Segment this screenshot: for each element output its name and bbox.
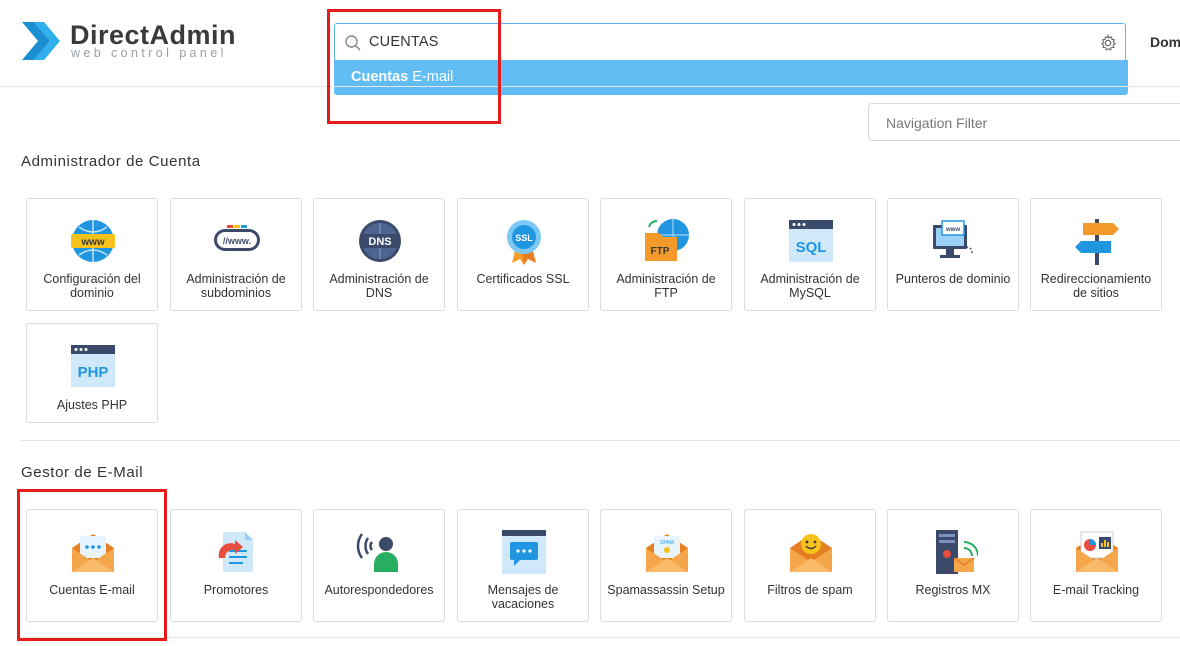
svg-text:www: www [80,237,105,248]
tile-mysql[interactable]: SQL Administración de MySQL [744,198,876,311]
tile-email-tracking[interactable]: E-mail Tracking [1030,509,1162,622]
server-wifi-icon [930,528,979,576]
spam-envelope-icon: SPAM [643,528,691,576]
signpost-icon [1073,217,1121,265]
navigation-filter-input[interactable]: Navigation Filter [868,103,1180,141]
svg-text:DNS: DNS [368,236,391,248]
tile-label: Administración de FTP [616,272,716,300]
tile-label: Mensajes de vacaciones [487,583,559,611]
sql-window-icon: SQL [787,217,835,265]
svg-text:FTP: FTP [651,246,670,257]
tile-label: Redireccionamiento de sitios [1040,272,1152,300]
tile-subdomains[interactable]: //www. Administración de subdominios [170,198,302,311]
tile-label: Administración de subdominios [186,272,286,300]
tile-label: Administración de DNS [329,272,429,300]
header-domain-menu[interactable]: Dom [1150,34,1180,50]
tile-domain-setup[interactable]: www Configuración del dominio [26,198,158,311]
dns-globe-icon: DNS [356,217,404,265]
directadmin-logo[interactable]: DirectAdmin web control panel [20,18,236,68]
tile-label: Spamassassin Setup [607,583,725,597]
www-globe-icon: www [69,217,117,265]
logo-arrow-icon [22,22,60,60]
vacation-message-icon [500,528,548,576]
tile-label: Certificados SSL [476,272,570,286]
tile-label: Registros MX [915,583,991,597]
svg-text:SQL: SQL [796,239,827,256]
tile-mx-records[interactable]: Registros MX [887,509,1019,622]
tile-forwarders[interactable]: Promotores [170,509,302,622]
ftp-folder-icon: FTP [643,217,691,265]
svg-text:www: www [945,227,960,233]
tile-dns[interactable]: DNS Administración de DNS [313,198,445,311]
highlight-box-search [327,9,501,124]
section-divider [21,637,1180,638]
tile-vacation-messages[interactable]: Mensajes de vacaciones [457,509,589,622]
php-window-icon: PHP [69,342,117,390]
tile-label: Punteros de dominio [895,272,1011,286]
navigation-filter-placeholder: Navigation Filter [886,115,988,131]
smiley-envelope-icon [787,528,835,576]
tile-label: Administración de MySQL [760,272,860,300]
tile-label: Filtros de spam [767,583,853,597]
section-title-email: Gestor de E-Mail [21,464,144,481]
gear-icon[interactable] [1099,33,1117,57]
svg-text:SPAM: SPAM [660,540,674,546]
svg-text:SSL: SSL [515,233,533,243]
tile-ssl[interactable]: SSL Certificados SSL [457,198,589,311]
tile-label: Promotores [203,583,269,597]
tile-site-redirection[interactable]: Redireccionamiento de sitios [1030,198,1162,311]
tile-spam-filters[interactable]: Filtros de spam [744,509,876,622]
tile-autoresponders[interactable]: Autorespondedores [313,509,445,622]
forwarder-document-icon [213,528,261,576]
tile-ftp[interactable]: FTP Administración de FTP [600,198,732,311]
tile-spamassassin-setup[interactable]: SPAM Spamassassin Setup [600,509,732,622]
svg-text://www.: //www. [223,236,251,246]
svg-text:PHP: PHP [78,364,109,381]
chart-envelope-icon [1073,528,1121,576]
subdomain-bar-icon: //www. [213,217,261,265]
tile-domain-pointers[interactable]: www Punteros de dominio [887,198,1019,311]
section-title-account: Administrador de Cuenta [21,153,201,170]
tile-label: Ajustes PHP [56,398,128,412]
section-divider [21,440,1180,441]
tile-label: E-mail Tracking [1052,583,1140,597]
tile-label: Autorespondedores [324,583,434,597]
autoresponder-person-icon [356,528,404,576]
tile-php-settings[interactable]: PHP Ajustes PHP [26,323,158,423]
tile-label: Configuración del dominio [43,272,141,300]
highlight-box-email-accounts [17,489,167,641]
monitor-pointer-icon: www [930,217,978,265]
header-divider [0,86,1180,87]
ssl-badge-icon: SSL [500,217,548,265]
brand-tagline: web control panel [71,46,227,60]
